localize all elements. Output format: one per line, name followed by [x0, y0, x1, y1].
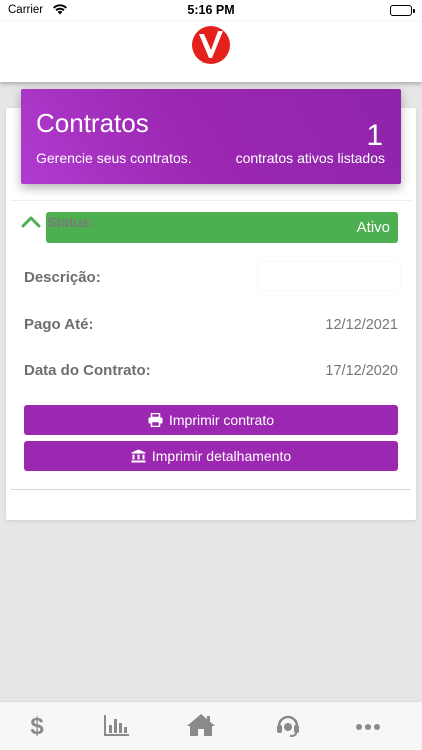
tab-financial[interactable]: $ [22, 714, 52, 740]
tab-home[interactable] [186, 713, 216, 742]
bank-icon [131, 449, 146, 463]
print-detail-label: Imprimir detalhamento [151, 448, 292, 464]
tab-support[interactable] [273, 714, 303, 740]
print-detail-button[interactable]: Imprimir detalhamento [24, 441, 398, 471]
active-contracts-count: 1 [366, 119, 383, 152]
status-value: Ativo [356, 219, 390, 236]
page-title: Contratos [36, 108, 149, 138]
bottom-tab-bar: $ [0, 701, 422, 750]
paid-until-value: 12/12/2021 [325, 317, 398, 333]
active-contracts-label: contratos ativos listados [235, 150, 385, 166]
contract-date-value: 17/12/2020 [325, 363, 398, 379]
print-contract-label: Imprimir contrato [168, 412, 275, 428]
home-icon [186, 713, 216, 742]
bar-chart-icon [104, 714, 130, 741]
description-value [258, 262, 400, 290]
status-label: Status: [47, 214, 95, 230]
status-badge: Ativo [46, 212, 398, 243]
dollar-icon: $ [30, 713, 44, 740]
printer-icon [148, 413, 163, 427]
description-label: Descrição: [24, 269, 101, 286]
print-contract-button[interactable]: Imprimir contrato [24, 405, 398, 435]
battery-icon [390, 5, 415, 16]
app-header [0, 22, 422, 82]
contracts-hero-banner: Contratos Gerencie seus contratos. 1 con… [21, 89, 401, 184]
contract-date-label: Data do Contrato: [24, 362, 151, 379]
red-v-logo-icon[interactable] [190, 25, 232, 69]
more-icon [355, 718, 381, 736]
chevron-up-icon[interactable] [21, 215, 41, 229]
page-subtitle: Gerencie seus contratos. [36, 150, 192, 166]
tab-reports[interactable] [102, 714, 132, 740]
clock-label: 5:16 PM [187, 3, 235, 17]
tab-more[interactable] [353, 714, 383, 740]
paid-until-label: Pago Até: [24, 316, 94, 333]
headset-icon [275, 712, 301, 743]
system-status-bar: Carrier 5:16 PM [0, 0, 422, 22]
